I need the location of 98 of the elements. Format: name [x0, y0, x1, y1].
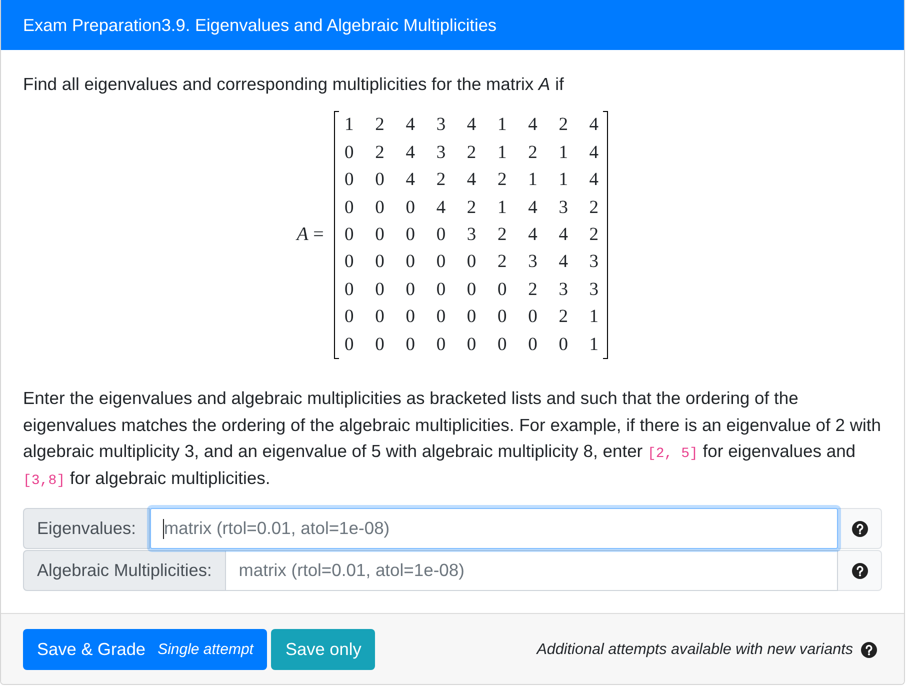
matrix-entry: 4	[436, 196, 446, 219]
matrix-entry: 0	[344, 334, 354, 356]
matrix-entry: 2	[498, 169, 507, 192]
field-label: Eigenvalues:	[23, 508, 150, 549]
matrix-entry: 0	[344, 306, 354, 328]
matrix-entry: 0	[466, 306, 476, 328]
matrix-entry: 2	[498, 251, 507, 274]
help-button[interactable]	[838, 508, 882, 549]
matrix-entry: 0	[375, 334, 384, 356]
matrix-entry: 0	[436, 306, 446, 328]
matrix-entry: 0	[436, 278, 446, 301]
matrix-entry: 3	[558, 278, 568, 301]
matrix-entry: 0	[528, 334, 538, 356]
matrix-entry: 2	[558, 306, 568, 328]
matrix-entry: 0	[436, 224, 446, 246]
question-title: Exam Preparation3.9. Eigenvalues and Algebraic Multiplicities	[23, 14, 497, 36]
matrix-entry: 0	[498, 278, 507, 301]
matrix-entry: 4	[589, 114, 599, 136]
matrix-entry: 4	[406, 169, 415, 192]
save-grade-button[interactable]: Save & Grade Single attempt	[23, 629, 268, 670]
matrix-entry: 0	[406, 251, 415, 274]
matrix-entry: 4	[466, 114, 476, 136]
matrix-entry: 3	[436, 142, 446, 164]
matrix-entry: 4	[589, 142, 599, 164]
matrix-entry: 1	[498, 196, 507, 219]
matrix-entry: 1	[498, 114, 507, 136]
matrix-entry: 0	[344, 251, 354, 274]
instructions-text: Enter the eigenvalues and algebraic multiplicities as bracketed lists and such that the ordering of the eigenvalues matches the ordering of the algebraic multiplicities. For example, if there is an eigenvalue of 2 with algebraic multiplicity 3, and an eigenvalue of 5 with algebraic multiplicity 8, enter [2, 5] for eigenvalues and [3,8] for algebraic multiplicities.	[23, 387, 882, 490]
matrix-entry: 1	[589, 306, 599, 328]
matrix-entry: 0	[344, 196, 354, 219]
matrix-entry: 0	[375, 224, 384, 246]
matrix-entry: 4	[558, 251, 568, 274]
matrix-entry: 2	[375, 142, 384, 164]
matrix-entry: 2	[558, 114, 568, 136]
matrix-entry: 0	[375, 196, 384, 219]
matrix-entry: 0	[436, 334, 446, 356]
matrix-entry: 4	[406, 142, 415, 164]
text-cursor	[162, 519, 164, 539]
matrix-entry: 1	[589, 334, 599, 356]
matrix-entry: 3	[589, 278, 599, 301]
matrix-entry: 2	[466, 196, 476, 219]
matrix-entry: 3	[558, 196, 568, 219]
matrix-entry: 0	[436, 251, 446, 274]
matrix-entry: 0	[375, 169, 384, 192]
matrix-entry: 2	[589, 196, 599, 219]
matrix-entry: 0	[406, 196, 415, 219]
help-button[interactable]	[838, 550, 882, 591]
matrix-entry: 4	[558, 224, 568, 246]
matrix-entry: 0	[344, 224, 354, 246]
matrix-entry: 0	[344, 142, 354, 164]
matrix-entry: 3	[466, 224, 476, 246]
field-label: Algebraic Multiplicities:	[23, 550, 226, 591]
matrix-entry: 4	[589, 169, 599, 192]
question-prompt: Find all eigenvalues and corresponding multiplicities for the matrix A if	[23, 73, 565, 96]
matrix-entry: 3	[528, 251, 538, 274]
matrix-entry: 0	[344, 169, 354, 192]
save-only-button[interactable]: Save only	[271, 629, 376, 670]
answer-input[interactable]: matrix (rtol=0.01, atol=1e-08)	[226, 550, 838, 591]
matrix-entry: 4	[406, 114, 415, 136]
help-icon	[852, 562, 868, 578]
matrix-entry: 0	[375, 251, 384, 274]
matrix-entry: 0	[558, 334, 568, 356]
attempts-note: Additional attempts available with new variants	[536, 640, 853, 658]
help-icon	[861, 642, 877, 658]
matrix-entry: 4	[528, 224, 538, 246]
matrix-entry: 0	[375, 278, 384, 301]
matrix-entry: 0	[344, 278, 354, 301]
matrix-entry: 1	[558, 142, 568, 164]
matrix-entry: 3	[436, 114, 446, 136]
matrix-entry: 2	[528, 142, 538, 164]
matrix-entry: 4	[466, 169, 476, 192]
matrix-entry: 2	[498, 224, 507, 246]
matrix-entry: 0	[466, 251, 476, 274]
matrix-entry: 0	[406, 334, 415, 356]
matrix-entry: 0	[466, 334, 476, 356]
matrix-entry: 2	[589, 224, 599, 246]
matrix-entry: 1	[558, 169, 568, 192]
answer-input[interactable]: matrix (rtol=0.01, atol=1e-08)	[150, 508, 838, 549]
matrix-entry: 1	[498, 142, 507, 164]
matrix-entry: 0	[498, 334, 507, 356]
help-icon	[852, 520, 868, 536]
matrix-entry: 0	[406, 224, 415, 246]
matrix-entry: 0	[528, 306, 538, 328]
matrix-entry: 0	[466, 278, 476, 301]
matrix-entry: 4	[528, 114, 538, 136]
matrix-entry: 0	[406, 306, 415, 328]
matrix-entry: 2	[436, 169, 446, 192]
matrix-entry: 1	[344, 114, 354, 136]
matrix-entry: 0	[406, 278, 415, 301]
matrix-label: A =	[296, 224, 324, 246]
matrix-entry: 0	[498, 306, 507, 328]
matrix-entry: 2	[375, 114, 384, 136]
matrix-entry: 0	[375, 306, 384, 328]
matrix-entry: 1	[528, 169, 538, 192]
matrix-entry: 2	[528, 278, 538, 301]
matrix-entry: 2	[466, 142, 476, 164]
matrix-entry: 4	[528, 196, 538, 219]
matrix-entry: 3	[589, 251, 599, 274]
